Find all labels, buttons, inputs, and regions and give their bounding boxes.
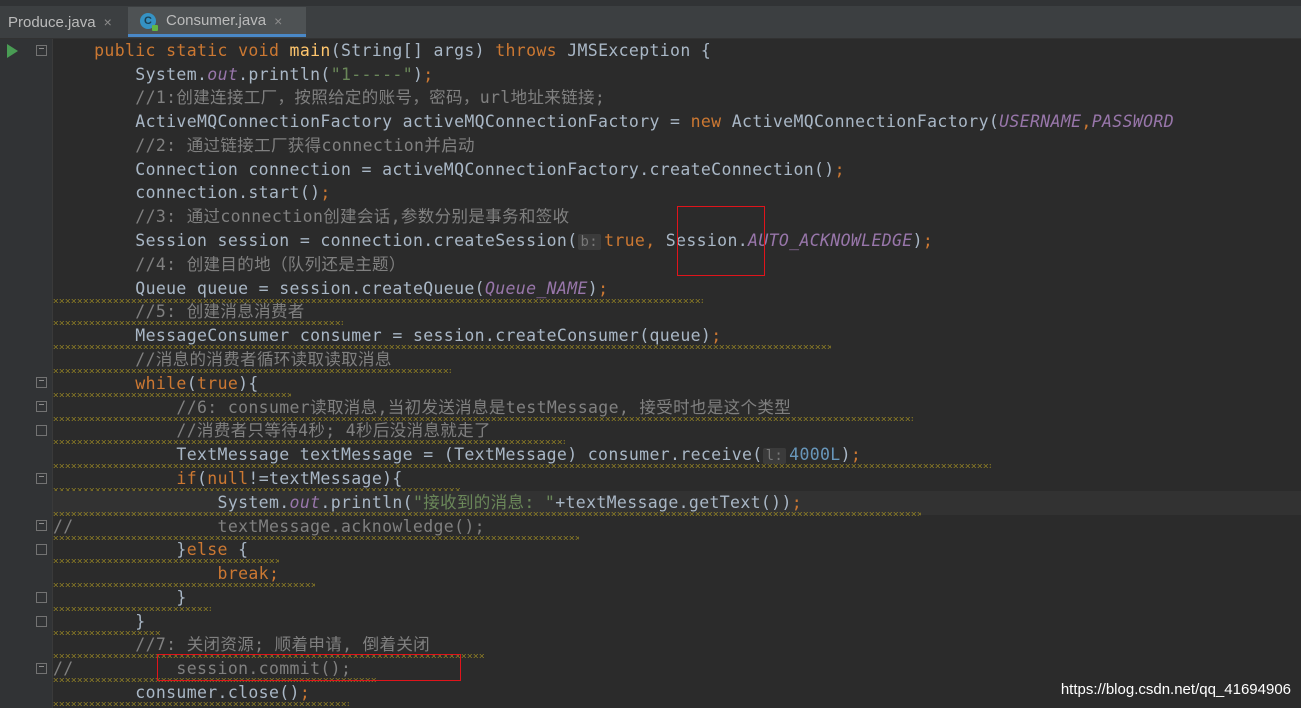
close-icon[interactable]: × [104, 14, 112, 30]
code-line: Session session = connection.createSessi… [135, 231, 934, 250]
fold-icon[interactable] [36, 520, 47, 531]
fold-icon[interactable] [36, 544, 47, 555]
fold-icon[interactable] [36, 592, 47, 603]
code-line: //3: 通过connection创建会话,参数分别是事务和签收 [135, 207, 570, 226]
code-line: //2: 通过链接工厂获得connection并启动 [135, 136, 475, 155]
warning-underline [53, 702, 349, 706]
code-line: System.out.println("1-----"); [135, 65, 434, 84]
tab-produce-java[interactable]: Produce.java × [0, 7, 127, 37]
editor-tab-bar: Produce.java × C Consumer.java × [0, 0, 1301, 39]
code-line: //1:创建连接工厂，按照给定的账号，密码，url地址来链接; [135, 88, 606, 107]
editor-gutter [0, 39, 53, 708]
fold-icon[interactable] [36, 425, 47, 436]
java-class-icon: C [140, 12, 158, 31]
code-line: Queue queue = session.createQueue(Queue_… [135, 279, 609, 298]
tab-bar-top-strip [0, 0, 1301, 6]
annotation-box-true [677, 206, 765, 276]
fold-icon[interactable] [36, 401, 47, 412]
watermark: https://blog.csdn.net/qq_41694906 [1060, 681, 1291, 698]
close-icon[interactable]: × [274, 13, 282, 29]
fold-icon[interactable] [36, 663, 47, 674]
fold-icon[interactable] [36, 616, 47, 627]
code-line: public static void main(String[] args) t… [94, 41, 712, 60]
fold-icon[interactable] [36, 45, 47, 56]
code-line: Connection connection = activeMQConnecti… [135, 160, 845, 179]
code-line: ActiveMQConnectionFactory activeMQConnec… [135, 112, 1174, 131]
annotation-box-commit [157, 654, 461, 681]
code-editor[interactable]: public static void main(String[] args) t… [53, 39, 1301, 708]
run-icon[interactable] [7, 44, 18, 58]
tab-label: Produce.java [8, 13, 96, 31]
code-line: connection.start(); [135, 183, 331, 202]
code-line: //4: 创建目的地（队列还是主题） [135, 255, 406, 274]
tab-consumer-java[interactable]: C Consumer.java × [128, 7, 306, 37]
fold-icon[interactable] [36, 377, 47, 388]
parameter-hint: b: [577, 234, 602, 250]
tab-label: Consumer.java [166, 12, 267, 29]
parameter-hint: l: [762, 448, 787, 464]
fold-icon[interactable] [36, 473, 47, 484]
